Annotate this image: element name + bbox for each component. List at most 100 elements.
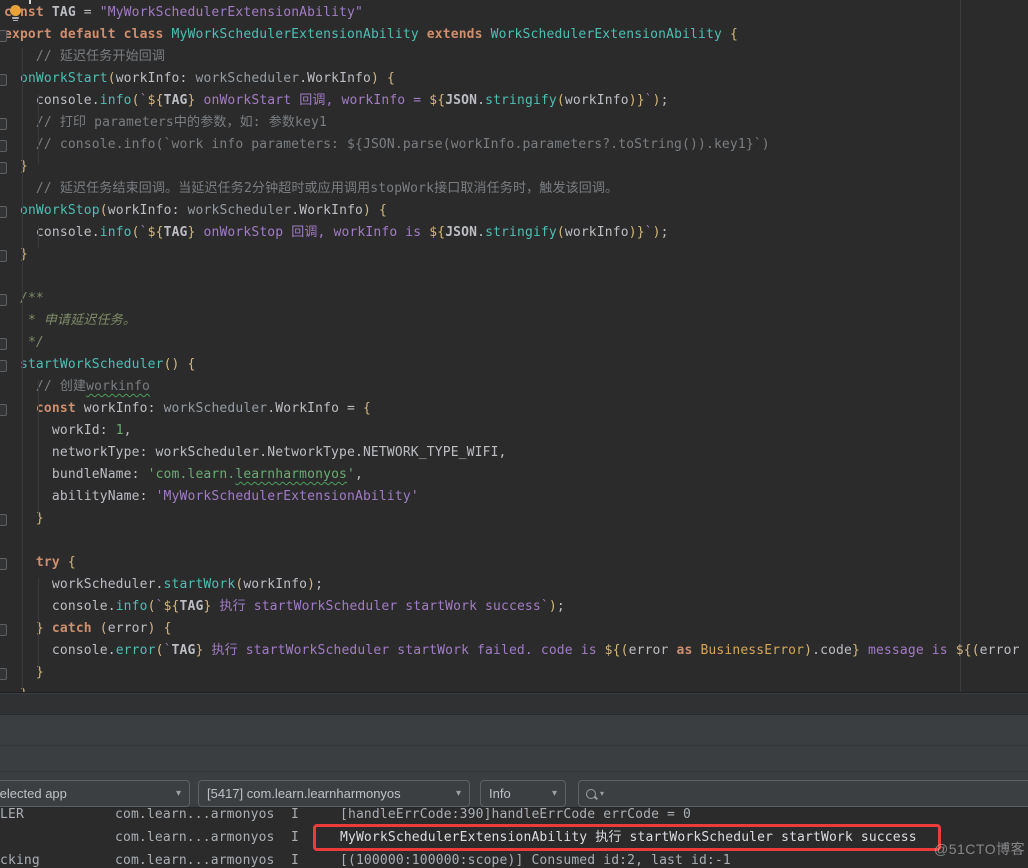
code-line: /** [0, 288, 1028, 310]
code-token [4, 115, 36, 130]
code-token: networkType: workScheduler.NetworkType.N… [4, 445, 507, 460]
indent-guide [22, 48, 23, 690]
code-token: . [477, 225, 485, 240]
code-token: : [148, 401, 164, 416]
code-editor[interactable]: const TAG = "MyWorkSchedulerExtensionAbi… [0, 0, 1028, 692]
log-level: I [291, 827, 299, 849]
code-line: workId: 1, [0, 420, 1028, 442]
code-token: ; [557, 599, 565, 614]
code-token: .WorkInfo [291, 203, 363, 218]
code-token [379, 71, 387, 86]
code-token: workInfo [243, 577, 307, 592]
fold-icon[interactable] [0, 30, 7, 42]
fold-icon[interactable] [0, 338, 7, 350]
fold-icon[interactable] [0, 668, 7, 680]
code-token: ${( [605, 643, 629, 658]
indent-guide [38, 226, 39, 248]
code-line: } [0, 662, 1028, 684]
code-token: catch [52, 621, 92, 636]
log-message: [(100000:100000:scope)] Consumed id:2, l… [340, 850, 731, 868]
indent-guide [38, 380, 39, 516]
code-token: ; [661, 225, 669, 240]
code-token: ` [140, 93, 148, 108]
code-token: ${ [164, 599, 180, 614]
code-token: , [124, 423, 132, 438]
code-token: workInfo [565, 225, 629, 240]
code-token: 'MyWorkSchedulerExtensionAbility' [156, 489, 419, 504]
code-token: workScheduler. [4, 577, 164, 592]
code-token: .code [812, 643, 852, 658]
code-token: { [188, 357, 196, 372]
code-token: { [387, 71, 395, 86]
code-line: console.info(`${TAG} onWorkStart 回调, wor… [0, 90, 1028, 112]
code-token: { [730, 27, 738, 42]
code-token: ( [100, 621, 108, 636]
fold-icon[interactable] [0, 558, 7, 570]
intention-bulb-icon[interactable] [8, 5, 22, 22]
code-token: // 延迟任务结束回调。当延迟任务2分钟超时或应用调用stopWork接口取消任… [36, 181, 618, 196]
log-level-dropdown[interactable]: Info ▾ [480, 780, 566, 807]
code-token [4, 137, 36, 152]
code-token: ` [645, 225, 653, 240]
code-line: // 延迟任务开始回调 [0, 46, 1028, 68]
fold-icon[interactable] [0, 404, 7, 416]
code-token [4, 555, 36, 570]
code-token: } [188, 93, 196, 108]
code-token: ; [661, 93, 669, 108]
code-token: workScheduler [164, 401, 268, 416]
code-token: startWorkScheduler [20, 357, 164, 372]
code-token: ) [363, 203, 371, 218]
app-selector-dropdown[interactable]: Selected app ▾ [0, 780, 190, 807]
log-search-input[interactable] [610, 785, 1028, 802]
code-token [4, 379, 36, 394]
code-line: } catch (error) { [0, 618, 1028, 640]
fold-icon[interactable] [0, 624, 7, 636]
code-token: startWork [164, 577, 236, 592]
code-token: 1 [116, 423, 124, 438]
fold-icon[interactable] [0, 294, 7, 306]
fold-icon[interactable] [0, 250, 7, 262]
code-token: // 打印 parameters中的参数，如: 参数key1 [36, 115, 327, 130]
code-token: JSON [445, 225, 477, 240]
code-token: workInfo [76, 401, 148, 416]
code-line: console.error(`TAG} 执行 startWorkSchedule… [0, 640, 1028, 662]
highlight-annotation [313, 824, 941, 851]
code-line: abilityName: 'MyWorkSchedulerExtensionAb… [0, 486, 1028, 508]
code-token: ) [653, 225, 661, 240]
fold-icon[interactable] [0, 74, 7, 86]
log-search-box[interactable]: ▾ [578, 780, 1028, 807]
code-token: error [629, 643, 669, 658]
code-token: ` [645, 93, 653, 108]
code-token: error [116, 643, 156, 658]
code-token: ( [132, 225, 140, 240]
code-line: } [0, 244, 1028, 266]
code-line: } [0, 156, 1028, 178]
text-caret [29, 0, 31, 4]
fold-icon[interactable] [0, 206, 7, 218]
code-line: * 申请延迟任务。 [0, 310, 1028, 332]
code-token: ${( [956, 643, 980, 658]
fold-icon[interactable] [0, 514, 7, 526]
code-token: TAG [164, 225, 188, 240]
code-token: ( [557, 93, 565, 108]
code-token: extends [427, 27, 483, 42]
log-row[interactable]: ckingcom.learn...armonyosI[(100000:10000… [0, 850, 1028, 868]
code-token: try [36, 555, 60, 570]
fold-icon[interactable] [0, 360, 7, 372]
code-token: } [188, 225, 196, 240]
code-token: ${ [429, 93, 445, 108]
fold-icon[interactable] [0, 162, 7, 174]
log-process: com.learn...armonyos [115, 850, 275, 868]
fold-icon[interactable] [0, 118, 7, 130]
log-process: com.learn...armonyos [115, 807, 275, 826]
code-token: abilityName: [4, 489, 156, 504]
bulb-base [12, 17, 19, 19]
code-token: onWorkStop [20, 203, 100, 218]
code-token: // console.info(`work info parameters: $… [36, 137, 770, 152]
code-token [4, 665, 36, 680]
fold-icon[interactable] [0, 140, 7, 152]
log-process: com.learn...armonyos [115, 827, 275, 849]
code-line: const workInfo: workScheduler.WorkInfo =… [0, 398, 1028, 420]
process-selector-dropdown[interactable]: [5417] com.learn.learnharmonyos ▾ [198, 780, 470, 807]
code-line: } [0, 684, 1028, 692]
